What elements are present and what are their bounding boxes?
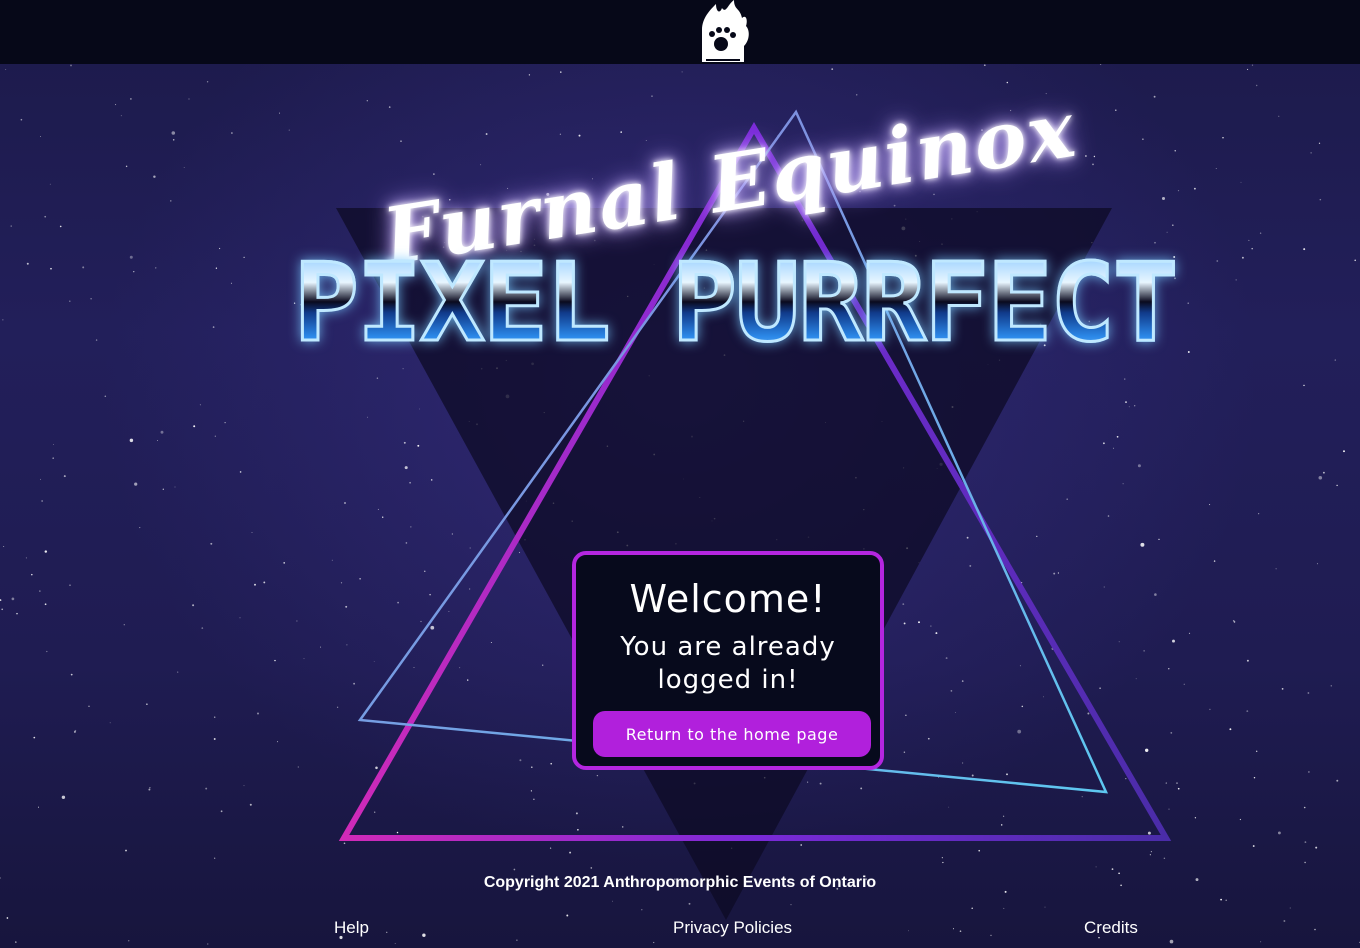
page: Furnal Equinox PIXEL PURRFECT Welcome! Y… [0,0,1360,948]
privacy-policies-link[interactable]: Privacy Policies [673,918,792,938]
paw-flame-logo-icon [702,0,749,62]
help-link[interactable]: Help [334,918,369,938]
credits-link[interactable]: Credits [1084,918,1138,938]
return-home-button[interactable]: Return to the home page [593,711,871,757]
copyright-text: Copyright 2021 Anthropomorphic Events of… [483,874,877,891]
welcome-heading: Welcome! [629,577,827,621]
footer: Copyright 2021 Anthropomorphic Events of… [0,860,1360,948]
pixel-purrfect-title: PIXEL PURRFECT [242,248,1228,359]
already-logged-in-message: You are already logged in! [620,632,836,695]
site-logo-link[interactable] [694,0,752,64]
top-navigation-bar [0,0,1360,64]
welcome-card: Welcome! You are already logged in! Retu… [572,551,884,770]
